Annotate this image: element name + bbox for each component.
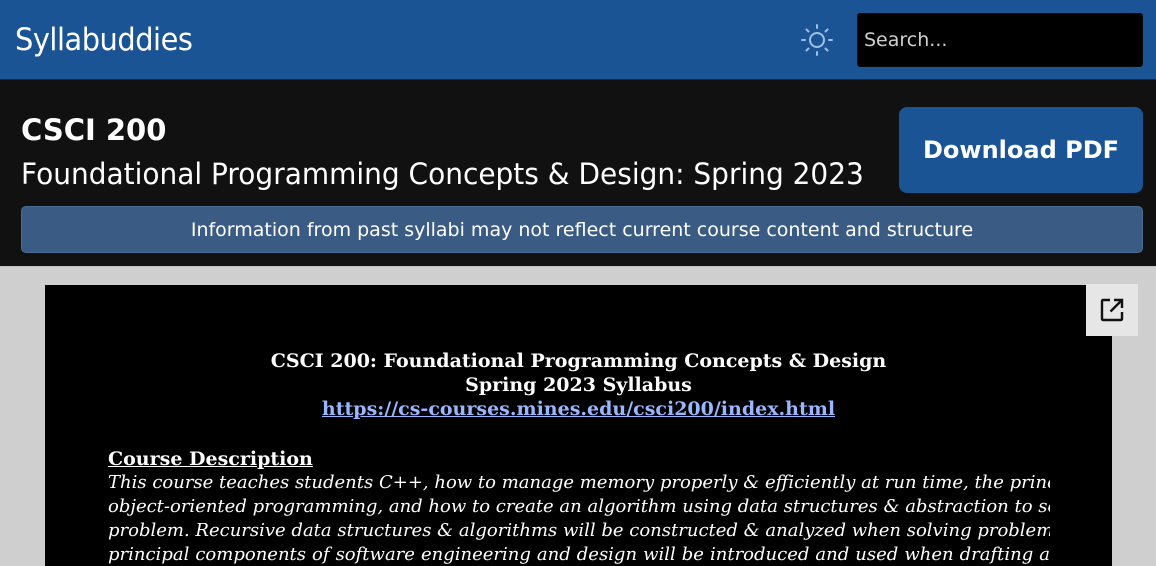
pdf-section-title: Course Description [108,448,313,470]
open-in-new-tab-button[interactable] [1086,284,1138,336]
past-syllabus-notice: Information from past syllabi may not re… [21,206,1143,253]
course-code: CSCI 200 [21,113,167,147]
pdf-heading-term: Spring 2023 Syllabus [465,374,692,396]
theme-toggle-button[interactable] [799,22,835,58]
download-pdf-button[interactable]: Download PDF [899,107,1143,193]
course-title: Foundational Programming Concepts & Desi… [21,157,864,191]
sun-icon [801,24,833,56]
pdf-description-line: This course teaches students C++, how to… [108,472,1050,493]
pdf-course-link-row: https://cs-courses.mines.edu/csci200/ind… [45,397,1112,421]
course-website-link[interactable]: https://cs-courses.mines.edu/csci200/ind… [322,398,835,420]
brand-logo[interactable]: Syllabuddies [15,20,193,60]
pdf-description-line: object-oriented programming, and how to … [108,496,1050,517]
course-header: CSCI 200 Foundational Programming Concep… [0,81,1156,266]
pdf-description-line: problem. Recursive data structures & alg… [108,520,1050,541]
open-in-new-icon [1100,298,1124,322]
pdf-viewer[interactable]: CSCI 200: Foundational Programming Conce… [0,266,1156,566]
pdf-description-line: principal components of software enginee… [108,544,1050,565]
navbar: Syllabuddies [0,0,1156,80]
pdf-page[interactable]: CSCI 200: Foundational Programming Conce… [45,285,1112,566]
search-input[interactable] [857,13,1143,67]
pdf-heading-title: CSCI 200: Foundational Programming Conce… [270,350,887,372]
